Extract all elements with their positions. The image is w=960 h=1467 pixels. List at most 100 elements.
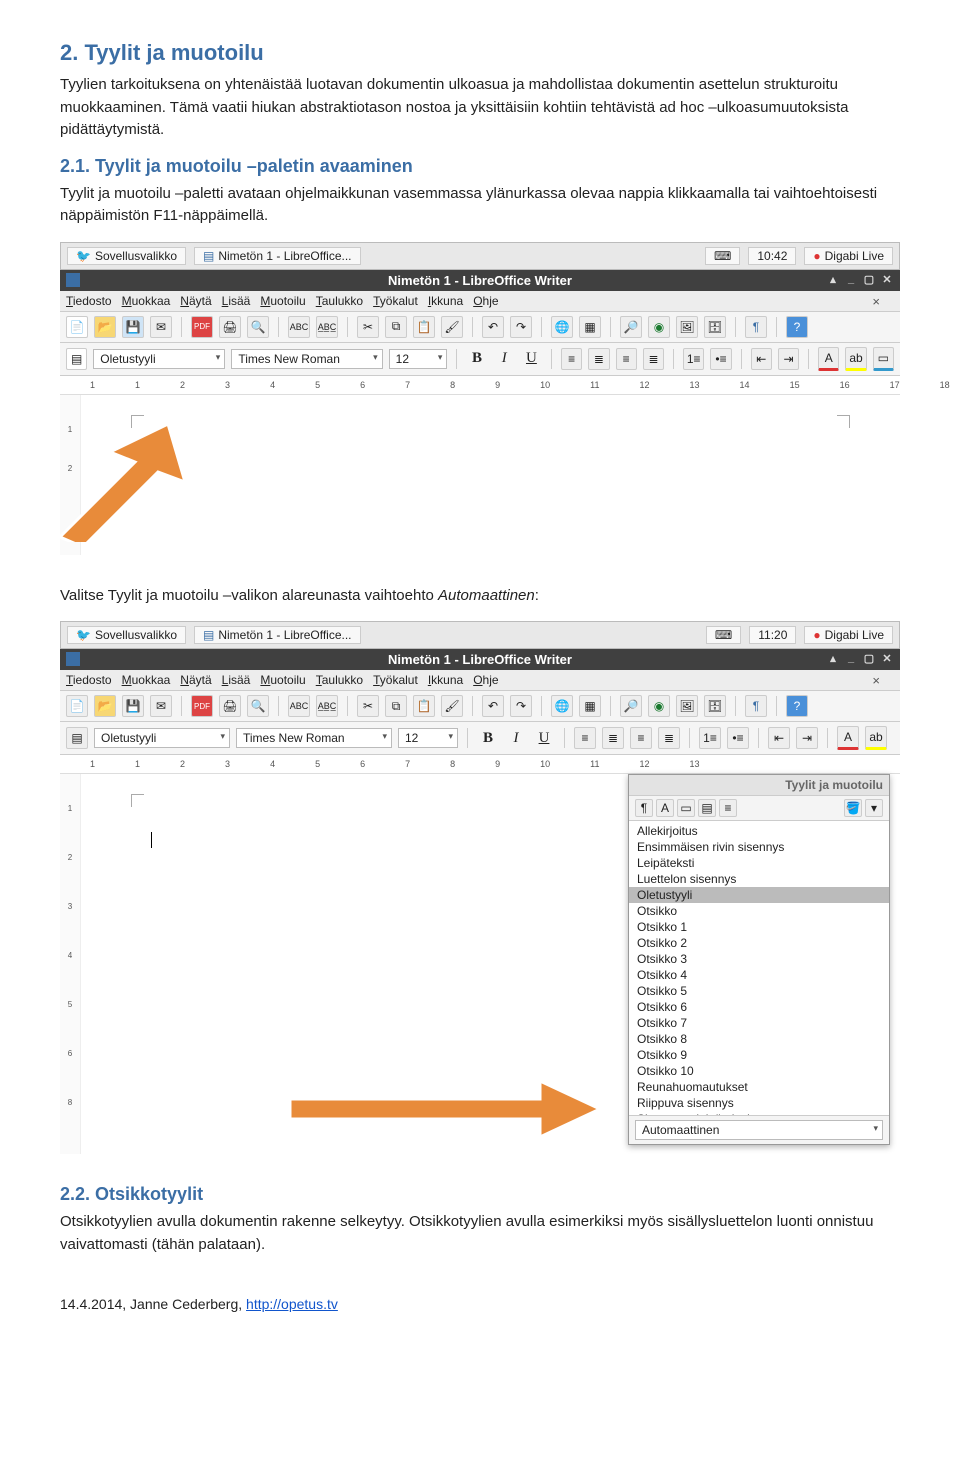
- minimize-icon[interactable]: _: [844, 273, 858, 286]
- menu-item[interactable]: Työkalut: [373, 294, 418, 308]
- style-list-item[interactable]: Otsikko 2: [629, 935, 889, 951]
- open-icon[interactable]: 📂: [94, 695, 116, 717]
- preview-icon[interactable]: 🔍: [247, 316, 269, 338]
- styles-and-formatting-panel[interactable]: Tyylit ja muotoilu ¶ A ▭ ▤ ≡ 🪣 ▾ Allekir…: [628, 774, 890, 1145]
- document-close-icon[interactable]: ×: [868, 294, 884, 309]
- redo-icon[interactable]: ↷: [510, 316, 532, 338]
- nonprinting-icon[interactable]: ¶: [745, 695, 767, 717]
- style-list-item[interactable]: Oletustyyli: [629, 887, 889, 903]
- style-list-item[interactable]: Otsikko: [629, 903, 889, 919]
- decrease-indent-icon[interactable]: ⇤: [768, 727, 790, 749]
- preview-icon[interactable]: 🔍: [247, 695, 269, 717]
- find-icon[interactable]: 🔎: [620, 695, 642, 717]
- undo-icon[interactable]: ↶: [482, 316, 504, 338]
- italic-button[interactable]: I: [505, 730, 527, 747]
- app-menu-button[interactable]: 🐦 Sovellusvalikko: [67, 247, 186, 265]
- table-icon[interactable]: ▦: [579, 695, 601, 717]
- menu-item[interactable]: Tiedosto: [66, 673, 112, 687]
- pdf-icon[interactable]: PDF: [191, 316, 213, 338]
- paste-icon[interactable]: 📋: [413, 316, 435, 338]
- menu-item[interactable]: Muotoilu: [260, 673, 305, 687]
- print-icon[interactable]: 🖨: [219, 695, 241, 717]
- paragraph-style-dropdown[interactable]: Oletustyyli: [94, 728, 230, 748]
- bullet-list-icon[interactable]: •≡: [710, 348, 731, 370]
- help-icon[interactable]: ?: [786, 316, 808, 338]
- list-styles-icon[interactable]: ≡: [719, 799, 737, 817]
- spellcheck-icon[interactable]: ABC: [288, 695, 310, 717]
- menu-item[interactable]: Taulukko: [316, 294, 363, 308]
- align-right-icon[interactable]: ≡: [616, 348, 637, 370]
- autospell-icon[interactable]: A̲B̲C̲: [316, 316, 338, 338]
- print-icon[interactable]: 🖨: [219, 316, 241, 338]
- style-list-item[interactable]: Otsikko 6: [629, 999, 889, 1015]
- undo-icon[interactable]: ↶: [482, 695, 504, 717]
- email-icon[interactable]: ✉: [150, 695, 172, 717]
- bold-button[interactable]: B: [477, 730, 499, 747]
- style-list-item[interactable]: Reunahuomautukset: [629, 1079, 889, 1095]
- increase-indent-icon[interactable]: ⇥: [796, 727, 818, 749]
- font-color-icon[interactable]: A: [818, 347, 839, 371]
- menu-item[interactable]: Ikkuna: [428, 294, 463, 308]
- maximize-icon[interactable]: ▢: [862, 273, 876, 286]
- menu-item[interactable]: Ohje: [473, 673, 498, 687]
- save-icon[interactable]: 💾: [122, 316, 144, 338]
- style-list-item[interactable]: Luettelon sisennys: [629, 871, 889, 887]
- justify-icon[interactable]: ≣: [643, 348, 664, 370]
- highlight-icon[interactable]: ab: [845, 347, 866, 371]
- footer-link[interactable]: http://opetus.tv: [246, 1296, 338, 1312]
- close-icon[interactable]: ✕: [880, 652, 894, 665]
- page-styles-icon[interactable]: ▤: [698, 799, 716, 817]
- menu-item[interactable]: Taulukko: [316, 673, 363, 687]
- numbered-list-icon[interactable]: 1≡: [683, 348, 704, 370]
- align-left-icon[interactable]: ≡: [561, 348, 582, 370]
- menu-item[interactable]: Lisää: [222, 673, 251, 687]
- find-icon[interactable]: 🔎: [620, 316, 642, 338]
- style-list-item[interactable]: Otsikko 3: [629, 951, 889, 967]
- paragraph-style-dropdown[interactable]: Oletustyyli: [93, 349, 225, 369]
- fill-format-icon[interactable]: 🪣: [844, 799, 862, 817]
- new-doc-icon[interactable]: 📄: [66, 695, 88, 717]
- styles-panel-button[interactable]: ▤: [66, 348, 87, 370]
- italic-button[interactable]: I: [494, 350, 515, 367]
- menu-item[interactable]: Näytä: [180, 294, 211, 308]
- styles-panel-button[interactable]: ▤: [66, 727, 88, 749]
- font-size-dropdown[interactable]: 12: [389, 349, 448, 369]
- paste-icon[interactable]: 📋: [413, 695, 435, 717]
- hyperlink-icon[interactable]: 🌐: [551, 695, 573, 717]
- font-size-dropdown[interactable]: 12: [398, 728, 458, 748]
- rollup-icon[interactable]: ▴: [826, 273, 840, 286]
- navigator-icon[interactable]: ◉: [648, 316, 670, 338]
- char-styles-icon[interactable]: A: [656, 799, 674, 817]
- table-icon[interactable]: ▦: [579, 316, 601, 338]
- copy-icon[interactable]: ⧉: [385, 316, 407, 338]
- style-list-item[interactable]: Ensimmäisen rivin sisennys: [629, 839, 889, 855]
- format-brush-icon[interactable]: 🖌: [441, 695, 463, 717]
- email-icon[interactable]: ✉: [150, 316, 172, 338]
- cut-icon[interactable]: ✂: [357, 695, 379, 717]
- nonprinting-icon[interactable]: ¶: [745, 316, 767, 338]
- style-list-item[interactable]: Otsikko 10: [629, 1063, 889, 1079]
- taskbar-item[interactable]: ▤ Nimetön 1 - LibreOffice...: [194, 626, 361, 644]
- keyboard-indicator[interactable]: ⌨: [705, 247, 740, 265]
- menu-item[interactable]: Muokkaa: [122, 673, 171, 687]
- autospell-icon[interactable]: A̲B̲C̲: [316, 695, 338, 717]
- style-list-item[interactable]: Riippuva sisennys: [629, 1095, 889, 1111]
- help-icon[interactable]: ?: [786, 695, 808, 717]
- increase-indent-icon[interactable]: ⇥: [778, 348, 799, 370]
- document-close-icon[interactable]: ×: [868, 673, 884, 688]
- new-style-icon[interactable]: ▾: [865, 799, 883, 817]
- close-icon[interactable]: ✕: [880, 273, 894, 286]
- style-list-item[interactable]: Otsikko 7: [629, 1015, 889, 1031]
- style-list-item[interactable]: Otsikko 5: [629, 983, 889, 999]
- align-center-icon[interactable]: ≣: [588, 348, 609, 370]
- decrease-indent-icon[interactable]: ⇤: [751, 348, 772, 370]
- gallery-icon[interactable]: 🖼: [676, 695, 698, 717]
- copy-icon[interactable]: ⧉: [385, 695, 407, 717]
- menu-item[interactable]: Työkalut: [373, 673, 418, 687]
- style-filter-dropdown[interactable]: Automaattinen: [635, 1120, 883, 1140]
- align-right-icon[interactable]: ≡: [630, 727, 652, 749]
- redo-icon[interactable]: ↷: [510, 695, 532, 717]
- menu-item[interactable]: Muokkaa: [122, 294, 171, 308]
- datasource-icon[interactable]: 🗄: [704, 316, 726, 338]
- hyperlink-icon[interactable]: 🌐: [551, 316, 573, 338]
